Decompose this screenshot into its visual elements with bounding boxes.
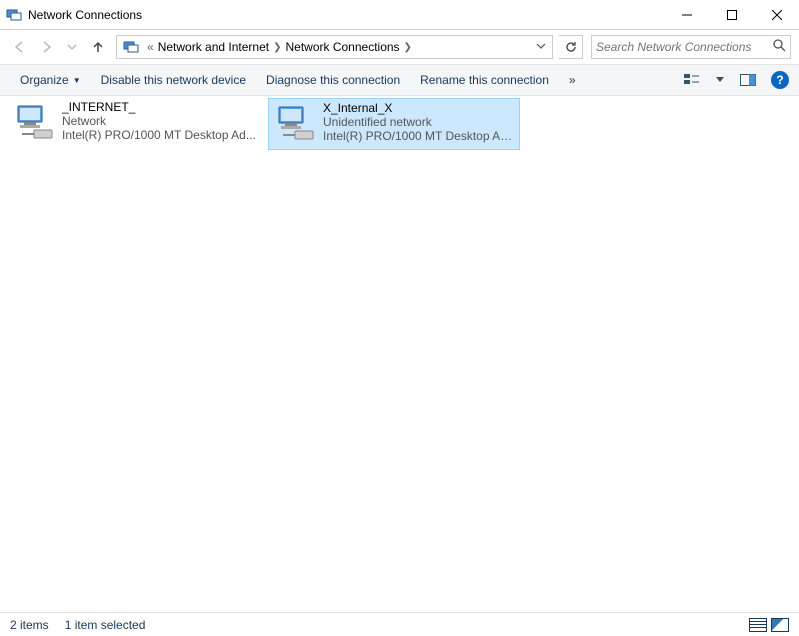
window-icon	[6, 7, 22, 23]
titlebar: Network Connections	[0, 0, 799, 30]
more-commands-button[interactable]: »	[559, 69, 586, 91]
search-icon[interactable]	[773, 39, 786, 55]
network-adapter-icon	[12, 100, 58, 146]
status-bar: 2 items 1 item selected	[0, 612, 799, 636]
connection-name: X_Internal_X	[323, 101, 515, 115]
connection-item[interactable]: X_Internal_X Unidentified network Intel(…	[268, 98, 520, 150]
selection-count: 1 item selected	[65, 618, 146, 632]
navigation-bar: « Network and Internet ❯ Network Connect…	[0, 30, 799, 64]
view-controls: ?	[681, 69, 789, 91]
connection-adapter: Intel(R) PRO/1000 MT Desktop Ad...	[323, 129, 515, 143]
connection-text: _INTERNET_ Network Intel(R) PRO/1000 MT …	[62, 100, 256, 142]
organize-label: Organize	[20, 73, 69, 87]
view-mode-icons	[749, 618, 789, 632]
breadcrumb: « Network and Internet ❯ Network Connect…	[143, 40, 532, 54]
rename-connection-button[interactable]: Rename this connection	[410, 69, 559, 91]
diagnose-connection-button[interactable]: Diagnose this connection	[256, 69, 410, 91]
connection-text: X_Internal_X Unidentified network Intel(…	[323, 101, 515, 143]
view-dropdown-button[interactable]	[709, 69, 731, 91]
refresh-button[interactable]	[559, 35, 583, 59]
chevron-right-icon[interactable]: ❯	[404, 42, 412, 53]
network-adapter-icon	[273, 101, 319, 147]
recent-locations-button[interactable]	[60, 35, 84, 59]
disable-device-button[interactable]: Disable this network device	[91, 69, 256, 91]
breadcrumb-prefix: «	[147, 40, 154, 54]
location-icon	[123, 39, 139, 55]
content-area[interactable]: _INTERNET_ Network Intel(R) PRO/1000 MT …	[0, 96, 799, 612]
help-button[interactable]: ?	[771, 71, 789, 89]
close-button[interactable]	[754, 0, 799, 30]
address-bar[interactable]: « Network and Internet ❯ Network Connect…	[116, 35, 553, 59]
chevron-right-icon[interactable]: ❯	[273, 42, 281, 53]
maximize-button[interactable]	[709, 0, 754, 30]
breadcrumb-item[interactable]: Network and Internet	[158, 40, 269, 54]
address-dropdown-button[interactable]	[532, 40, 550, 54]
breadcrumb-item[interactable]: Network Connections	[285, 40, 399, 54]
up-button[interactable]	[86, 35, 110, 59]
connection-status: Unidentified network	[323, 115, 515, 129]
details-view-button[interactable]	[749, 618, 767, 632]
large-icons-view-button[interactable]	[771, 618, 789, 632]
chevron-down-icon: ▼	[73, 76, 81, 85]
search-input[interactable]	[596, 40, 773, 54]
command-bar: Organize ▼ Disable this network device D…	[0, 64, 799, 96]
connection-adapter: Intel(R) PRO/1000 MT Desktop Ad...	[62, 128, 256, 142]
back-button[interactable]	[8, 35, 32, 59]
window-controls	[664, 0, 799, 29]
connection-name: _INTERNET_	[62, 100, 256, 114]
preview-pane-button[interactable]	[737, 69, 759, 91]
search-box[interactable]	[591, 35, 791, 59]
window-title: Network Connections	[28, 8, 664, 22]
minimize-button[interactable]	[664, 0, 709, 30]
forward-button[interactable]	[34, 35, 58, 59]
view-options-button[interactable]	[681, 69, 703, 91]
connection-status: Network	[62, 114, 256, 128]
connection-item[interactable]: _INTERNET_ Network Intel(R) PRO/1000 MT …	[8, 98, 260, 150]
item-count: 2 items	[10, 618, 49, 632]
organize-button[interactable]: Organize ▼	[10, 69, 91, 91]
